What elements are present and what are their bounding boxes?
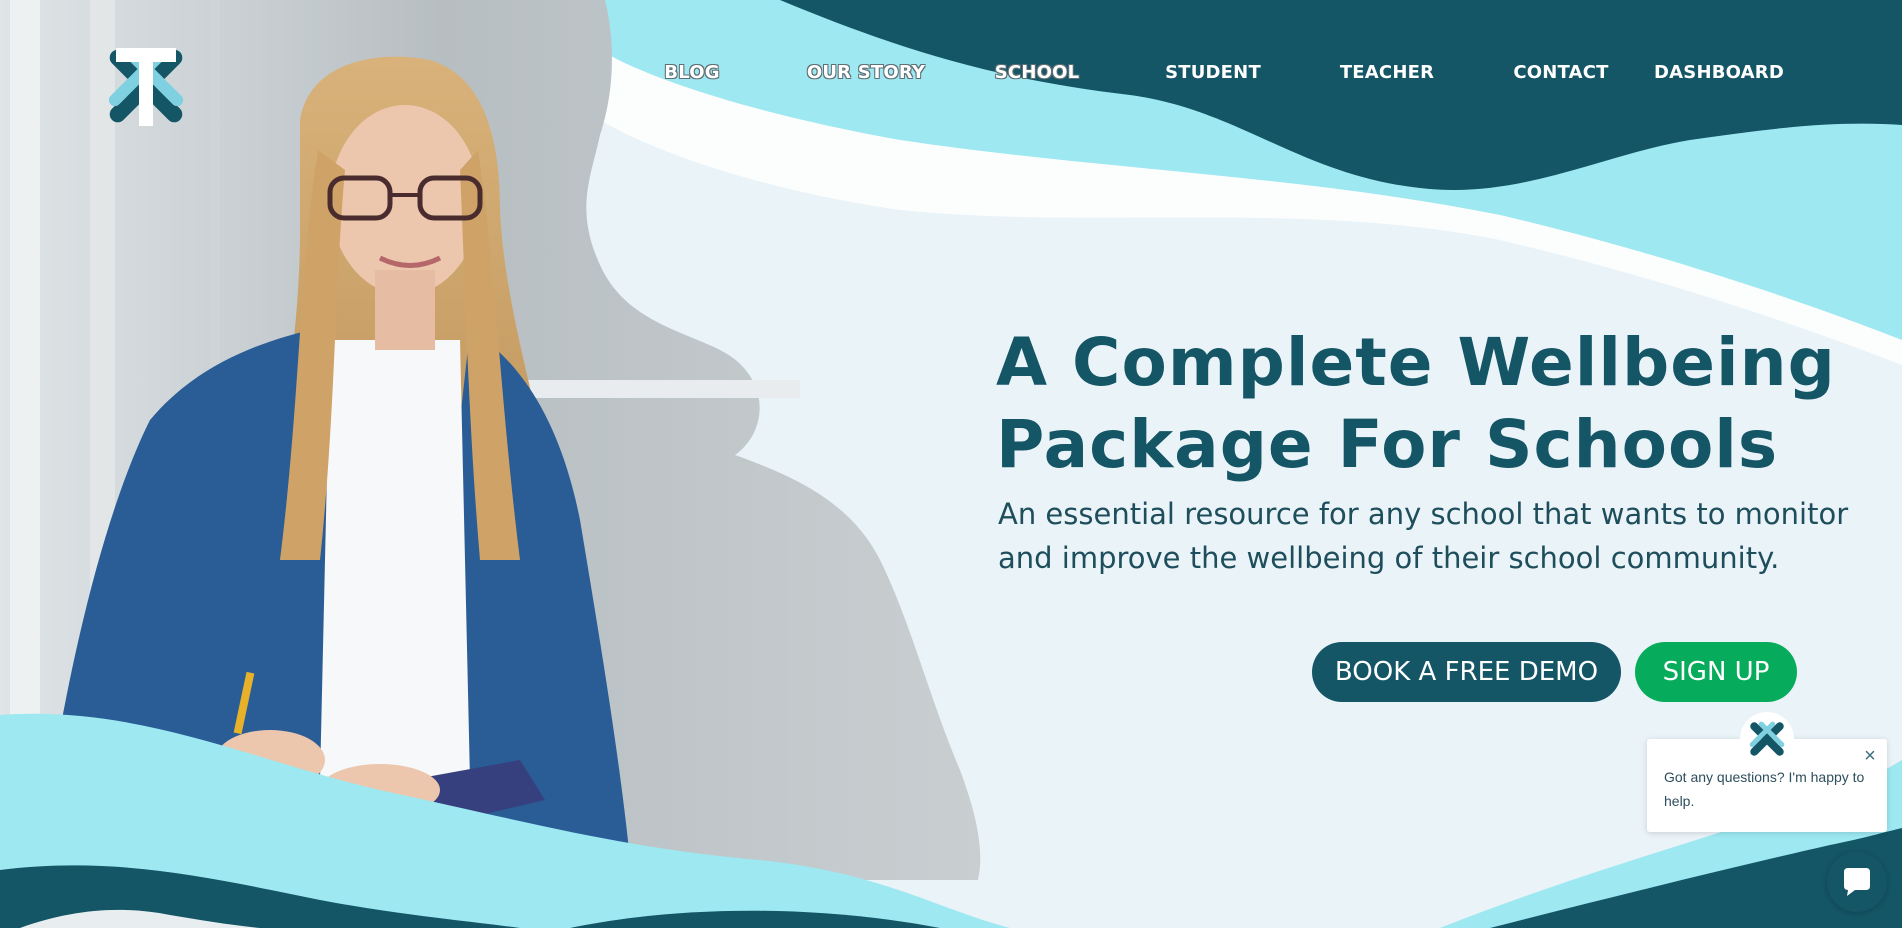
hero-title: A Complete Wellbeing Package For Schools <box>996 322 1856 486</box>
chat-launcher-button[interactable] <box>1827 852 1887 912</box>
nav-link-our-story[interactable]: OUR STORY <box>807 62 925 83</box>
hero-title-line-2: Package For Schools <box>996 406 1779 483</box>
hero-subtitle: An essential resource for any school tha… <box>998 492 1858 580</box>
chat-bubble-icon <box>1844 868 1870 896</box>
nav-link-school[interactable]: SCHOOL <box>995 62 1080 83</box>
book-demo-button[interactable]: BOOK A FREE DEMO <box>1312 642 1621 702</box>
chat-avatar-icon <box>1740 712 1794 766</box>
page: BLOG OUR STORY SCHOOL STUDENT TEACHER CO… <box>0 0 1902 928</box>
nav-link-student[interactable]: STUDENT <box>1165 62 1261 83</box>
nav-link-contact[interactable]: CONTACT <box>1513 62 1608 83</box>
nav-link-dashboard[interactable]: DASHBOARD <box>1654 62 1784 83</box>
close-icon[interactable]: × <box>1861 746 1879 766</box>
hero-subtitle-line-1: An essential resource for any school tha… <box>998 497 1849 531</box>
main-nav: BLOG OUR STORY SCHOOL STUDENT TEACHER CO… <box>0 62 1902 92</box>
nav-link-blog[interactable]: BLOG <box>664 62 719 83</box>
chat-message: Got any questions? I'm happy to help. <box>1664 769 1865 809</box>
nav-link-teacher[interactable]: TEACHER <box>1340 62 1434 83</box>
sign-up-button[interactable]: SIGN UP <box>1635 642 1797 702</box>
hero-subtitle-line-2: and improve the wellbeing of their schoo… <box>998 541 1780 575</box>
hero-title-line-1: A Complete Wellbeing <box>996 324 1836 401</box>
